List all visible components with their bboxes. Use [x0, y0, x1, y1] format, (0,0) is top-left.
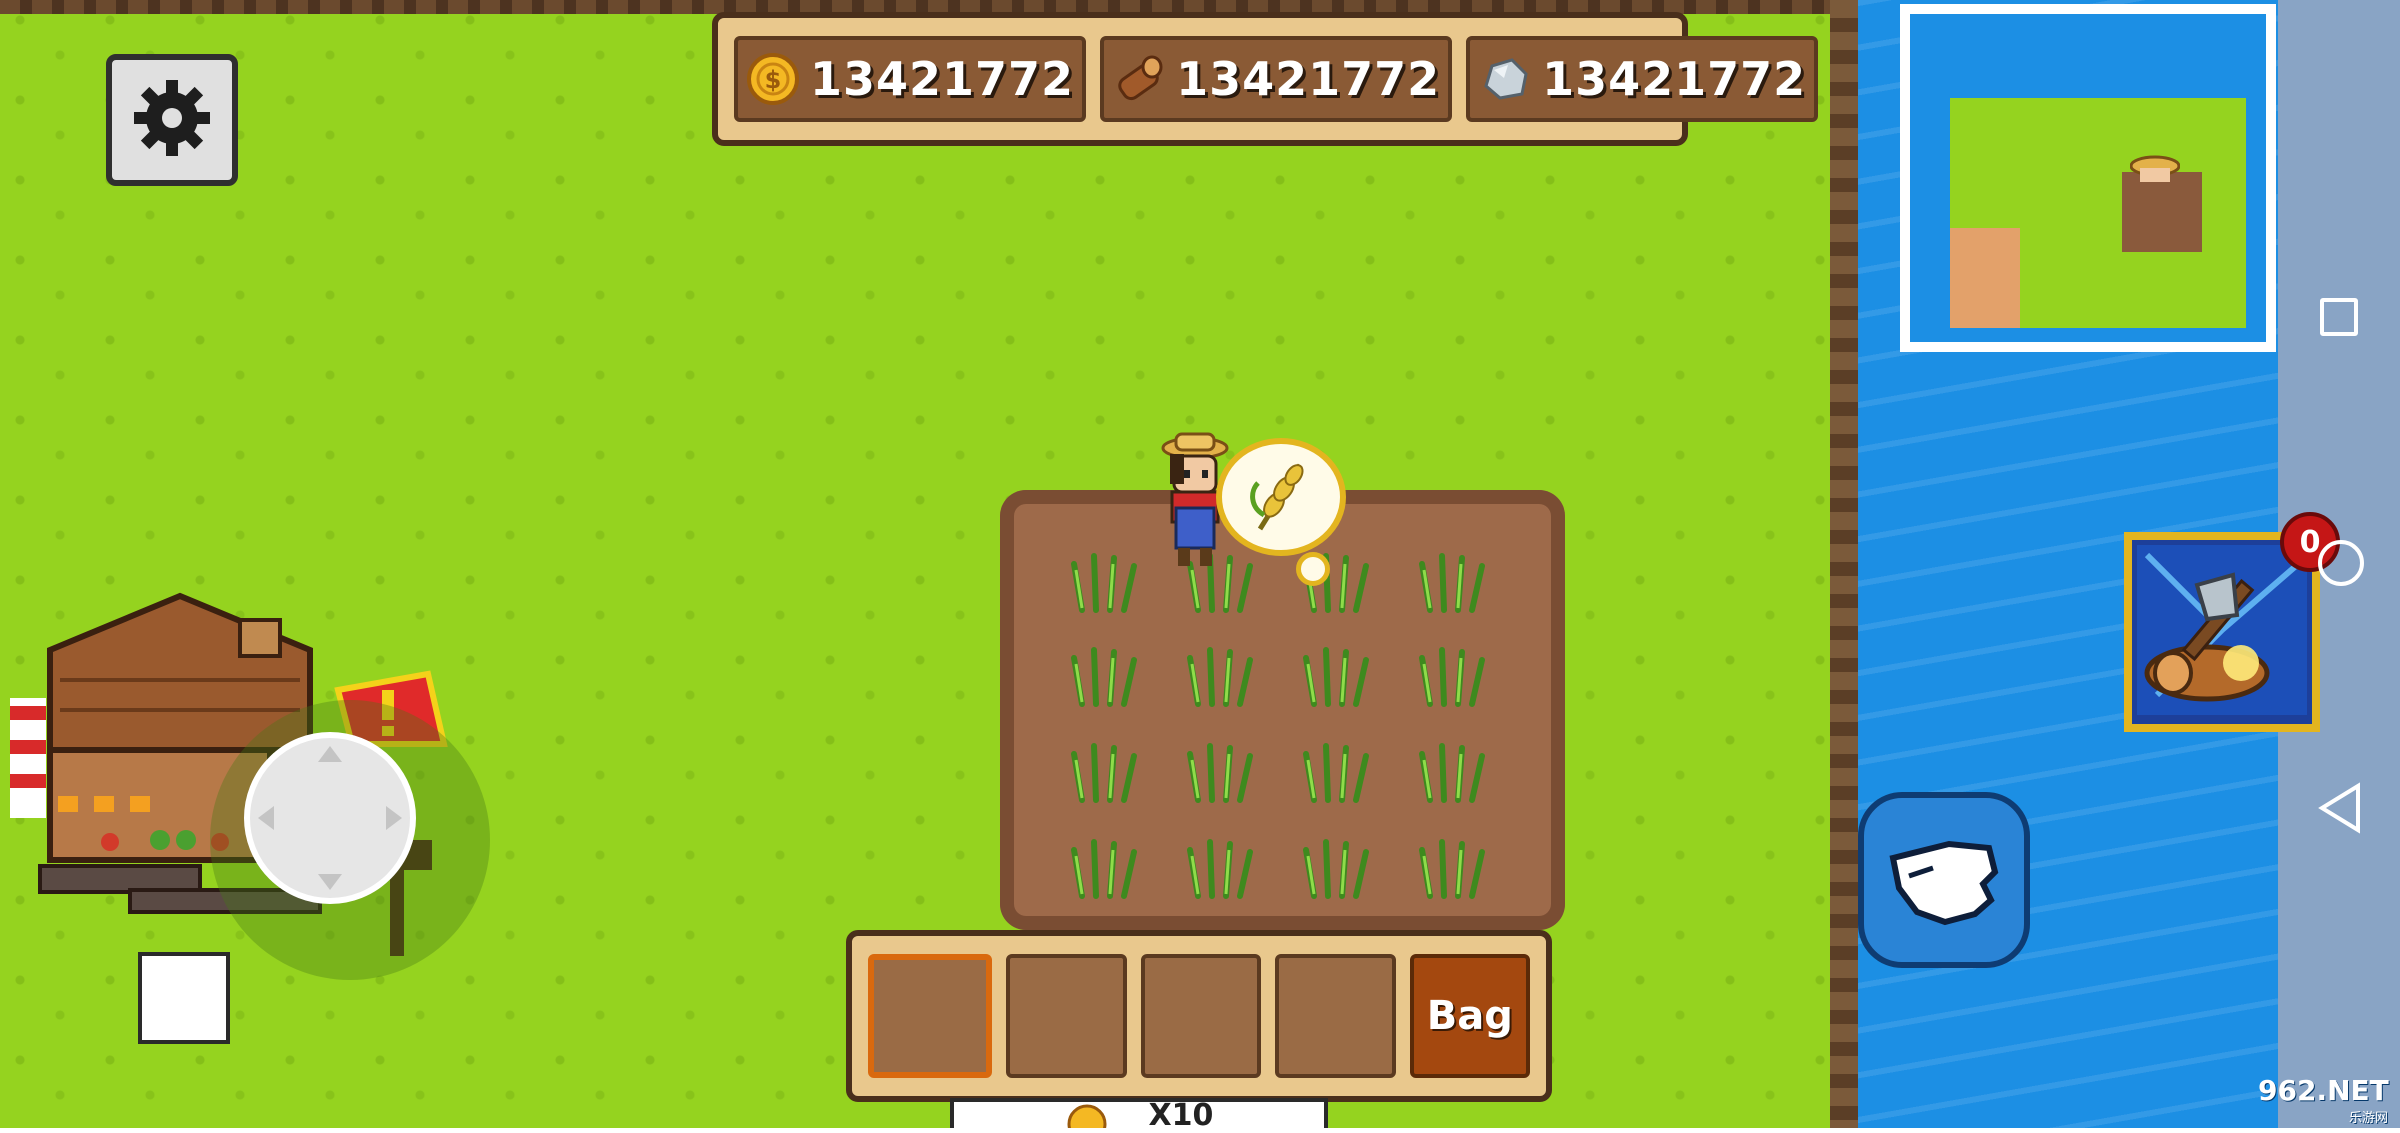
- hotbar-slot-2[interactable]: [1006, 954, 1127, 1078]
- wheat-sprout-icon[interactable]: [1178, 740, 1262, 804]
- hotbar-slot-3[interactable]: [1140, 954, 1262, 1078]
- hand-icon: [1879, 818, 2009, 942]
- crop-row: [1062, 644, 1502, 708]
- wheat-sprout-icon[interactable]: [1062, 550, 1146, 614]
- wheat-sprout-icon[interactable]: [1178, 836, 1262, 900]
- hotbar-slot-1[interactable]: [868, 954, 993, 1078]
- axe-chop-icon: [2137, 545, 2307, 719]
- crop-row: [1062, 740, 1502, 804]
- home-icon[interactable]: [2318, 540, 2364, 586]
- back-icon[interactable]: [2318, 782, 2364, 838]
- wheat-sprout-icon[interactable]: [1410, 644, 1494, 708]
- svg-text:$: $: [765, 66, 782, 94]
- minimap[interactable]: [1900, 4, 2276, 352]
- minimap-sand: [1950, 228, 2020, 328]
- watermark-sub: 乐游网: [2348, 1111, 2388, 1126]
- stone-icon: [1478, 52, 1532, 106]
- settings-button[interactable]: [106, 54, 238, 186]
- resource-wood: 13421772: [1100, 36, 1453, 122]
- crop-row: [1062, 836, 1502, 900]
- wheat-sprout-icon[interactable]: [1062, 740, 1146, 804]
- reward-bar: X10: [950, 1098, 1328, 1133]
- coin-icon: $: [746, 52, 800, 106]
- gear-icon: [130, 76, 214, 164]
- white-square-button[interactable]: [138, 952, 230, 1044]
- bag-button[interactable]: Bag: [1409, 954, 1531, 1078]
- watermark-main: 962.NET: [2258, 1074, 2389, 1107]
- resource-coins: $ 13421772: [734, 36, 1087, 122]
- thought-bubble-tail: [1296, 552, 1330, 586]
- wheat-sprout-icon[interactable]: [1062, 836, 1146, 900]
- shoreline: [1830, 0, 1858, 1128]
- inventory-hotbar: Bag: [846, 930, 1552, 1102]
- wheat-sprout-icon[interactable]: [1410, 550, 1494, 614]
- player-marker-icon: [2129, 154, 2181, 188]
- farm-plot[interactable]: [1000, 490, 1565, 930]
- wheat-sprout-icon[interactable]: [1294, 836, 1378, 900]
- wheat-sprout-icon[interactable]: [1410, 740, 1494, 804]
- watermark: 962.NET 乐游网: [2258, 1074, 2398, 1126]
- joystick[interactable]: [244, 732, 416, 904]
- stone-value: 13421772: [1542, 52, 1807, 106]
- resource-stone: 13421772: [1466, 36, 1819, 122]
- wheat-icon: [1246, 455, 1316, 539]
- reward-label: X10: [1148, 1097, 1214, 1133]
- wheat-sprout-icon[interactable]: [1410, 836, 1494, 900]
- wood-value: 13421772: [1176, 52, 1441, 106]
- coins-value: 13421772: [810, 52, 1075, 106]
- crop-row: [1062, 550, 1502, 614]
- resource-bar: $ 13421772 13421772 13421772: [712, 12, 1819, 146]
- hotbar-slot-4[interactable]: [1275, 954, 1396, 1078]
- wheat-sprout-icon[interactable]: [1062, 644, 1146, 708]
- thought-bubble: [1216, 438, 1346, 556]
- wood-log-icon: [1112, 52, 1166, 106]
- interact-hand-button[interactable]: [1858, 792, 2030, 968]
- wheat-sprout-icon[interactable]: [1294, 740, 1378, 804]
- minimap-view: [1910, 14, 2266, 342]
- wheat-sprout-icon[interactable]: [1294, 644, 1378, 708]
- recents-icon[interactable]: [2320, 298, 2358, 336]
- wheat-sprout-icon[interactable]: [1178, 644, 1262, 708]
- coin-icon: [1065, 1102, 1109, 1128]
